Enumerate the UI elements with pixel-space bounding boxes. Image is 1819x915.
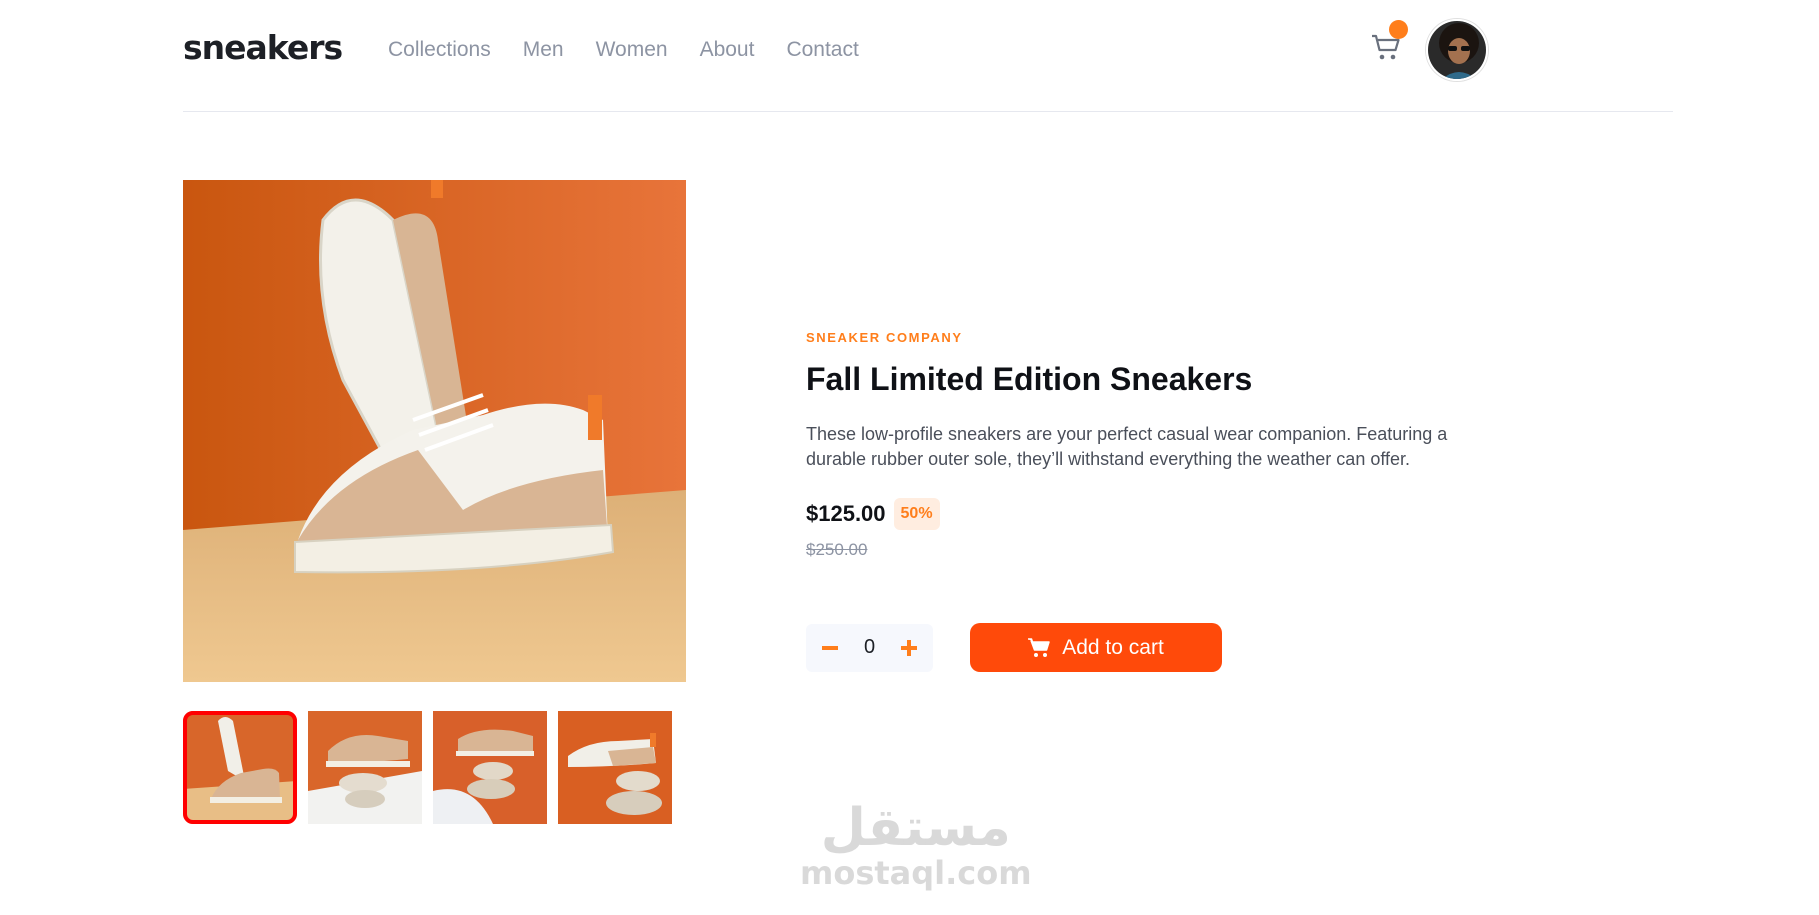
company-name: SNEAKER COMPANY — [806, 330, 963, 345]
product-description: These low-profile sneakers are your perf… — [806, 424, 1448, 469]
discount-badge: 50% — [893, 498, 940, 530]
nav-about[interactable]: About — [700, 38, 755, 62]
thumbnail-4[interactable] — [558, 711, 672, 824]
quantity-stepper: 0 — [806, 624, 933, 672]
watermark-latin: mostaql.com — [800, 854, 1032, 892]
thumbnail-list — [183, 711, 672, 824]
add-to-cart-button[interactable]: Add to cart — [970, 623, 1222, 672]
thumbnail-1[interactable] — [183, 711, 297, 824]
watermark-arabic: مستقل — [820, 798, 1011, 858]
nav-contact[interactable]: Contact — [786, 38, 858, 62]
cart-badge — [1389, 20, 1408, 39]
thumbnail-2[interactable] — [308, 711, 422, 824]
product-main-image[interactable] — [183, 180, 686, 682]
original-price: $250.00 — [806, 540, 868, 559]
current-price: $125.00 — [806, 501, 886, 526]
price-row: $125.00 50% — [806, 498, 940, 530]
nav-women[interactable]: Women — [596, 38, 668, 62]
add-to-cart-label: Add to cart — [1062, 635, 1164, 659]
logo[interactable]: sneakers — [183, 28, 343, 67]
main-nav: Collections Men Women About Contact — [388, 38, 859, 62]
product-details: SNEAKER COMPANY Fall Limited Edition Sne… — [806, 330, 1526, 559]
avatar[interactable] — [1426, 19, 1488, 81]
cart-icon — [1028, 637, 1050, 657]
thumbnail-3[interactable] — [433, 711, 547, 824]
nav-collections[interactable]: Collections — [388, 38, 491, 62]
watermark: مستقل mostaql.com — [800, 800, 1032, 890]
product-title: Fall Limited Edition Sneakers — [806, 361, 1253, 397]
nav-men[interactable]: Men — [523, 38, 564, 62]
plus-icon[interactable] — [901, 640, 917, 656]
